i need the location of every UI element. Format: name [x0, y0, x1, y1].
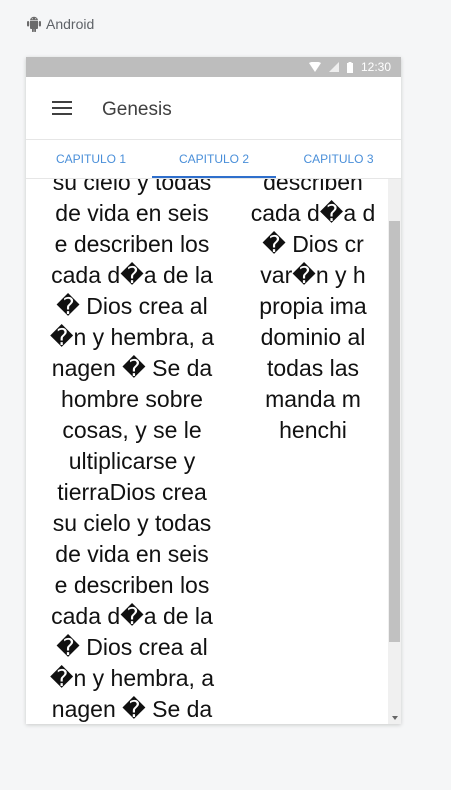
scroll-down-arrow[interactable] [392, 716, 398, 720]
text-line: �n y hembra, a [49, 665, 215, 691]
scrollbar[interactable] [388, 179, 401, 724]
text-line: su cielo y todas [52, 510, 212, 536]
text-line: � Dios crea al [56, 293, 208, 319]
text-line: de vida en seis [55, 200, 209, 226]
text-column-1: su cielo y todas de vida en seis e describ… [26, 179, 238, 724]
text-line: � Dios cr [262, 231, 364, 257]
text-line: �n y hembra, a [49, 324, 215, 350]
app-title: Genesis [102, 99, 172, 120]
scrollbar-thumb[interactable] [389, 221, 400, 642]
battery-icon [346, 61, 353, 73]
menu-icon[interactable] [52, 101, 72, 115]
text-line: e describen los [54, 231, 210, 257]
platform-label: Android [27, 16, 94, 32]
tab-indicator [152, 176, 276, 178]
text-line: var�n y h [260, 262, 366, 288]
text-line: propia ima [259, 293, 367, 319]
status-time: 12:30 [360, 60, 391, 74]
text-line: describen [263, 179, 363, 195]
chapter-tabs: CAPITULO 1 CAPITULO 2 CAPITULO 3 [26, 140, 401, 179]
text-line: nagen � Se da [51, 696, 213, 722]
text-line: todas las [266, 355, 360, 381]
text-line: nagen � Se da [51, 355, 213, 381]
platform-name: Android [46, 16, 95, 32]
app-bar: Genesis [26, 77, 401, 140]
text-line: cosas, y se le [62, 417, 202, 443]
text-line: de vida en seis [55, 541, 209, 567]
text-line: dominio al [260, 324, 366, 350]
text-column-2: describen cada d�a d � Dios cr var�n y h pro… [238, 179, 388, 446]
text-line: ultiplicarse y [68, 448, 196, 474]
signal-icon [328, 62, 339, 72]
text-line: cada d�a de la [51, 262, 213, 288]
wifi-icon [308, 62, 321, 72]
text-line: tierraDios crea [57, 479, 207, 505]
android-icon [27, 16, 41, 32]
text-line: manda m [265, 386, 361, 412]
tab-capitulo-3[interactable]: CAPITULO 3 [276, 152, 401, 166]
text-line: cada d�a de la [51, 603, 213, 629]
text-line: e describen los [54, 572, 210, 598]
text-line: henchi [279, 417, 347, 443]
text-line: su cielo y todas [52, 179, 212, 195]
device-frame: 12:30 Genesis CAPITULO 1 CAPITULO 2 CAPI… [26, 57, 401, 724]
text-line: hombre sobre [61, 386, 203, 412]
tab-capitulo-1[interactable]: CAPITULO 1 [26, 152, 156, 166]
text-line: � Dios crea al [56, 634, 208, 660]
status-bar: 12:30 [26, 57, 401, 77]
tab-capitulo-2[interactable]: CAPITULO 2 [152, 152, 276, 166]
text-line: cada d�a d [250, 200, 376, 226]
chapter-content: su cielo y todas de vida en seis e describ… [26, 179, 401, 724]
